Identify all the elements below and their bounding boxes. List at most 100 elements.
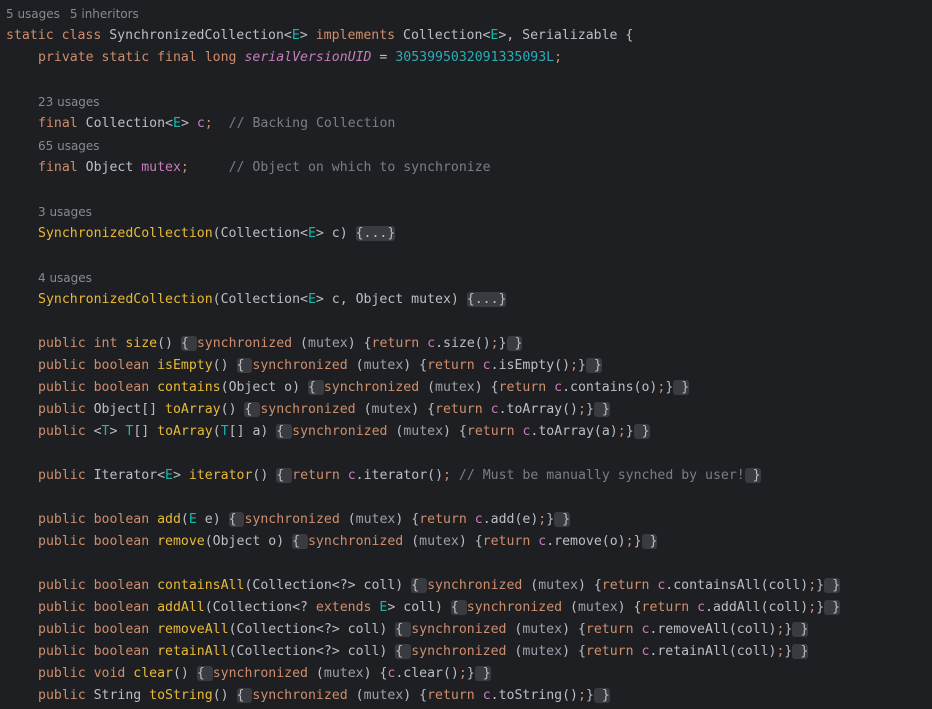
code-token: E (165, 468, 173, 483)
folded-region[interactable]: { (236, 358, 253, 373)
folded-region[interactable]: } (824, 578, 841, 593)
code-token: mutex (538, 578, 578, 593)
folded-region[interactable]: } (744, 468, 761, 483)
code-token: extends (315, 600, 380, 615)
code-editor[interactable]: 5 usages 5 inheritors static class Synchro… (0, 0, 932, 709)
folded-region[interactable]: } (824, 600, 841, 615)
code-line: public void clear() { synchronized (mute… (38, 663, 491, 685)
code-token: ( (180, 512, 189, 527)
folded-region[interactable]: {...} (466, 292, 507, 307)
code-token: () (212, 358, 237, 373)
code-token: .iterator() (355, 468, 444, 483)
code-token: retainAll (157, 644, 229, 659)
code-token: = (371, 50, 396, 65)
code-token: ; (458, 666, 467, 681)
hint-text[interactable]: 23 usages (38, 95, 100, 109)
folded-region[interactable]: { (307, 380, 324, 395)
code-token: synchronized (411, 644, 507, 659)
folded-region[interactable]: { (196, 666, 213, 681)
code-token: synchronized (252, 358, 348, 373)
hint-text[interactable]: 5 usages (6, 7, 60, 21)
hint-text[interactable]: 4 usages (38, 271, 92, 285)
code-token: mutex (355, 512, 396, 527)
folded-region[interactable]: { (276, 468, 293, 483)
code-token: ) { (458, 534, 483, 549)
code-token: .remove(o) (546, 534, 626, 549)
folded-region[interactable]: { (450, 600, 467, 615)
code-token: > (299, 28, 316, 43)
code-line: public <T> T[] toArray(T[] a) { synchron… (38, 421, 650, 443)
folded-region[interactable]: {...} (355, 226, 396, 241)
code-token: toArray (157, 424, 213, 439)
code-line: public boolean addAll(Collection<? exten… (38, 597, 841, 619)
code-token: () (252, 468, 277, 483)
code-token: size (125, 336, 158, 351)
folded-region[interactable]: { (180, 336, 197, 351)
code-token: Collection (403, 28, 483, 43)
code-token: ) { (443, 424, 467, 439)
code-token: } (577, 358, 586, 373)
code-token: c (554, 380, 563, 395)
code-token: ) { (411, 402, 436, 417)
code-line: SynchronizedCollection(Collection<E> c) … (38, 223, 396, 245)
folded-region[interactable]: } (554, 512, 571, 527)
folded-region[interactable]: { (236, 688, 253, 703)
code-token: () (157, 336, 181, 351)
folded-region[interactable]: { (411, 578, 428, 593)
folded-region[interactable]: { (395, 622, 412, 637)
code-token: return (435, 402, 491, 417)
code-line: public boolean contains(Object o) { sync… (38, 377, 690, 399)
code-line: public Iterator<E> iterator() { return c… (38, 465, 761, 487)
folded-region[interactable]: } (633, 424, 650, 439)
folded-region[interactable]: } (641, 534, 658, 549)
code-token: c (490, 402, 499, 417)
folded-region[interactable]: } (506, 336, 523, 351)
inlay-usages-hint[interactable]: 4 usages (38, 269, 92, 287)
code-token: Iterator< (93, 468, 166, 483)
code-token: (Collection<?> coll) (228, 644, 396, 659)
code-token: E (307, 292, 316, 307)
folded-region[interactable]: } (673, 380, 690, 395)
code-token: ( (419, 380, 436, 395)
code-token: ) { (562, 622, 586, 637)
folded-region[interactable]: } (593, 688, 610, 703)
code-token: removeAll (157, 622, 229, 637)
code-token: } (633, 534, 642, 549)
code-token: ) { (395, 512, 420, 527)
folded-region[interactable]: } (585, 358, 602, 373)
code-token: private static final long (38, 50, 245, 65)
code-line: public String toString() { synchronized … (38, 685, 610, 707)
code-line: public boolean removeAll(Collection<?> c… (38, 619, 809, 641)
code-token: { (617, 28, 634, 43)
inlay-usages-hint[interactable]: 23 usages (38, 93, 100, 111)
folded-region[interactable]: } (792, 622, 809, 637)
code-token: > coll) (387, 600, 451, 615)
code-token: toString (149, 688, 213, 703)
inlay-usages-hint[interactable]: 65 usages (38, 137, 100, 155)
folded-region[interactable]: } (474, 666, 491, 681)
folded-region[interactable]: { (292, 534, 308, 549)
code-token: } (585, 402, 594, 417)
inlay-usages-hint[interactable]: 5 usages 5 inheritors (6, 5, 139, 23)
code-token: synchronized (323, 380, 420, 395)
code-token: return (427, 358, 483, 373)
code-token: public boolean (38, 578, 158, 593)
code-line: public boolean remove(Object o) { synchr… (38, 531, 658, 553)
folded-region[interactable]: { (244, 402, 261, 417)
folded-region[interactable]: { (276, 424, 293, 439)
folded-region[interactable]: { (395, 644, 412, 659)
code-token: public (38, 402, 94, 417)
folded-region[interactable]: } (593, 402, 610, 417)
code-token: synchronized (196, 336, 293, 351)
code-token: Object (85, 160, 142, 175)
code-token: return (371, 336, 428, 351)
inlay-usages-hint[interactable]: 3 usages (38, 203, 92, 221)
code-token: ; (204, 116, 213, 131)
folded-region[interactable]: { (228, 512, 245, 527)
code-token: c (482, 358, 491, 373)
hint-text[interactable]: 5 inheritors (70, 7, 139, 21)
folded-region[interactable]: } (792, 644, 809, 659)
hint-text[interactable]: 3 usages (38, 205, 92, 219)
code-token: } (816, 578, 825, 593)
hint-text[interactable]: 65 usages (38, 139, 100, 153)
